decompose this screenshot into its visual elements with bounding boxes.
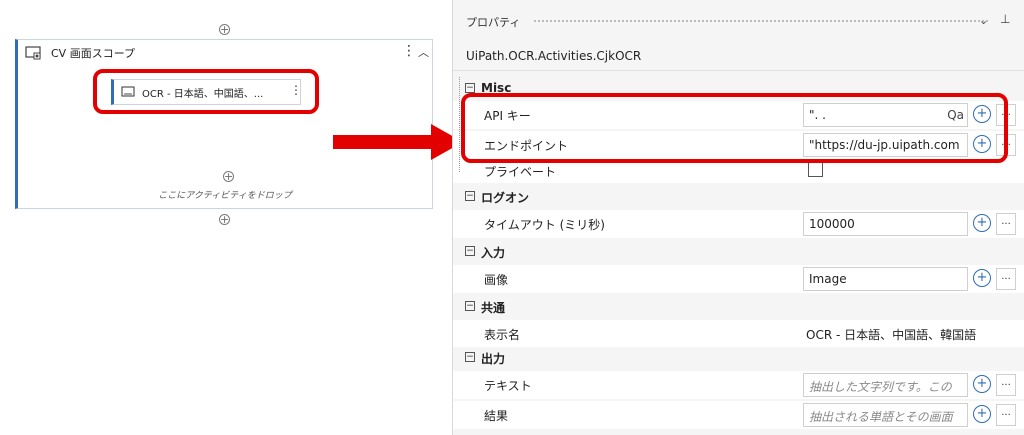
ocr-activity-card[interactable]: OCR - 日本語、中国語、... ⋮ [111,79,302,105]
property-name: タイムアウト (ミリ秒) [484,218,605,232]
scope-header: CV 画面スコープ ⋮ ︿ [18,40,432,68]
screen-scope-icon [25,46,41,60]
properties-highlight-frame [461,93,1008,163]
properties-header: プロパティ ⌄ ⊥ [453,0,1024,36]
category-output[interactable]: − 出力 [453,347,1024,369]
scope-title: CV 画面スコープ [51,47,136,60]
property-name: 結果 [484,409,509,423]
add-variable-icon[interactable]: + [973,405,991,423]
category-common[interactable]: − 共通 [453,296,1024,318]
image-input[interactable]: Image [803,267,968,291]
pin-icon[interactable]: ⊥ [1000,12,1010,26]
ocr-icon [121,86,135,97]
category-label: ログオン [481,191,530,205]
property-name: 表示名 [484,328,521,342]
property-name: 画像 [484,273,509,287]
drag-grip[interactable] [533,19,989,24]
category-logon[interactable]: − ログオン [453,186,1024,208]
properties-title: プロパティ [466,16,521,29]
property-row-display-name: 表示名 OCR - 日本語、中国語、韓国語 [453,320,1024,348]
timeout-input[interactable]: 100000 [803,212,968,236]
collapse-toggle-icon[interactable]: − [465,191,475,201]
property-row-result: 結果 抽出される単語とその画面 + ... [453,401,1024,429]
display-name-input[interactable]: OCR - 日本語、中国語、韓国語 [806,326,976,343]
result-output-input[interactable]: 抽出される単語とその画面 [803,403,968,427]
properties-panel: プロパティ ⌄ ⊥ UiPath.OCR.Activities.CjkOCR −… [452,0,1024,435]
insert-activity-top-icon[interactable]: + [219,24,230,35]
scope-menu-icon[interactable]: ⋮ [402,43,416,59]
more-options-button[interactable]: ... [996,404,1016,426]
category-label: 共通 [481,301,506,315]
property-name: テキスト [484,379,532,393]
red-arrow-icon [333,124,463,160]
property-row-image: 画像 Image + ... [453,265,1024,293]
insert-activity-bottom-icon[interactable]: + [219,214,230,225]
drop-activity-hint: ここにアクティビティをドロップ [158,191,292,201]
property-name: プライベート [484,165,557,179]
add-variable-icon[interactable]: + [973,214,991,232]
category-input[interactable]: − 入力 [453,241,1024,263]
more-options-button[interactable]: ... [996,268,1016,290]
category-label: 入力 [481,246,506,260]
collapse-icon[interactable]: ︿ [418,44,429,60]
private-checkbox[interactable] [808,162,823,177]
category-label: 出力 [481,352,506,366]
add-variable-icon[interactable]: + [973,375,991,393]
ocr-menu-icon[interactable]: ⋮ [290,83,302,97]
collapse-toggle-icon[interactable]: − [465,301,475,311]
more-options-button[interactable]: ... [996,374,1016,396]
ocr-activity-label: OCR - 日本語、中国語、... [142,89,264,100]
activity-class-name: UiPath.OCR.Activities.CjkOCR [466,49,642,63]
collapse-toggle-icon[interactable]: − [465,352,475,362]
property-row-text: テキスト 抽出した文字列です。この + ... [453,371,1024,399]
divider [453,70,1024,71]
more-options-button[interactable]: ... [996,213,1016,235]
property-row-timeout: タイムアウト (ミリ秒) 100000 + ... [453,210,1024,238]
chevron-down-icon[interactable]: ⌄ [979,14,988,27]
insert-activity-inner-icon[interactable]: + [223,171,234,182]
text-output-input[interactable]: 抽出した文字列です。この [803,373,968,397]
add-variable-icon[interactable]: + [973,269,991,287]
collapse-toggle-icon[interactable]: − [465,246,475,256]
